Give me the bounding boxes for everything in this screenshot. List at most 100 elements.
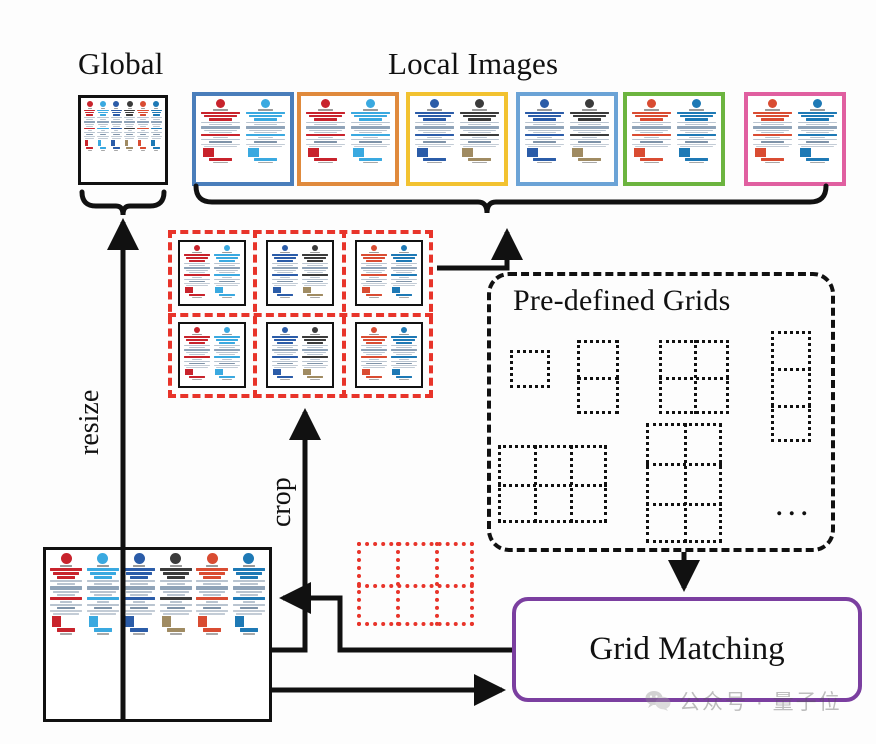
infographic-column — [389, 326, 419, 384]
infographic-text-line — [569, 112, 610, 114]
infographic-text-line — [126, 119, 133, 120]
infographic-text-line — [459, 134, 500, 136]
stat-bar — [461, 148, 474, 157]
infographic-text-line — [274, 285, 296, 286]
stat-unit — [369, 297, 379, 298]
infographic-text-line — [113, 126, 120, 127]
local-images-arrow — [437, 227, 523, 271]
platform-name — [242, 565, 255, 567]
infographic-text-line — [423, 141, 446, 143]
crop-cell-5 — [266, 322, 334, 388]
infographic-text-line — [200, 139, 241, 140]
infographic-text-line — [390, 356, 418, 358]
infographic-text-line — [573, 115, 606, 117]
infographic-text-line — [363, 339, 385, 341]
infographic-text-line — [635, 115, 668, 117]
stat-bar — [362, 287, 370, 293]
infographic-text-line — [752, 144, 793, 145]
stat-unit — [213, 162, 228, 163]
infographic-text-line — [314, 118, 337, 121]
infographic-text-line — [189, 354, 205, 355]
infographic-text-line — [307, 265, 323, 266]
stat-unit — [318, 162, 333, 163]
infographic-text-line — [309, 115, 342, 117]
infographic-text-line — [139, 119, 147, 120]
platform-logo-icon — [430, 99, 439, 108]
infographic-text-line — [213, 267, 241, 269]
stat-bar — [111, 140, 115, 146]
infographic-column — [110, 100, 123, 180]
infographic-text-line — [301, 283, 329, 284]
stat-unit — [689, 162, 704, 163]
infographic-text-line — [301, 263, 329, 264]
infographic-text-line — [761, 124, 784, 125]
infographic-text-line — [245, 122, 286, 123]
infographic-text-line — [363, 257, 385, 259]
stat-value — [277, 376, 293, 378]
infographic-text-line — [123, 610, 156, 612]
infographic-text-line — [360, 365, 388, 366]
infographic-text-line — [685, 124, 708, 125]
stat-unit — [427, 162, 442, 163]
crop-cell-1 — [178, 240, 246, 306]
platform-logo-icon — [153, 101, 160, 107]
infographic-text-line — [84, 136, 96, 137]
selected-grid-divider-h — [357, 584, 474, 588]
platform-logo-icon — [282, 245, 288, 251]
infographic-text-line — [254, 124, 277, 125]
infographic-text-line — [363, 367, 385, 368]
infographic-text-line — [360, 267, 388, 269]
grids-ellipsis: ... — [775, 486, 813, 523]
infographic-text-line — [209, 141, 232, 143]
infographic-text-line — [219, 342, 235, 344]
stat-bar — [633, 148, 646, 157]
infographic-column — [136, 100, 149, 180]
infographic-text-line — [186, 270, 208, 271]
infographic-text-line — [98, 124, 108, 125]
infographic-column — [303, 98, 348, 180]
stat-value — [359, 158, 382, 161]
infographic-text-line — [84, 121, 96, 123]
infographic-text-line — [124, 132, 136, 133]
grid-2x3-divider-h2 — [646, 503, 722, 506]
infographic-text-line — [96, 601, 109, 603]
infographic-text-line — [235, 572, 262, 575]
infographic-text-line — [277, 260, 293, 262]
infographic-column — [270, 244, 300, 302]
stat-unit — [310, 297, 320, 298]
infographic-text-line — [366, 265, 382, 266]
infographic-text-line — [111, 138, 121, 139]
infographic-text-line — [126, 591, 153, 593]
grid-matching-box[interactable]: Grid Matching — [512, 597, 862, 702]
platform-name — [192, 334, 202, 335]
infographic-text-line — [216, 352, 238, 353]
infographic-text-line — [533, 132, 556, 133]
infographic-text-line — [676, 126, 717, 129]
infographic-text-line — [806, 118, 829, 121]
infographic-text-line — [314, 132, 337, 133]
stat-bar — [303, 287, 311, 293]
infographic-text-line — [304, 285, 326, 286]
infographic-text-line — [186, 352, 208, 353]
platform-name — [369, 334, 379, 335]
infographic-text-line — [126, 572, 153, 575]
infographic-text-line — [150, 110, 162, 111]
infographic-text-line — [301, 349, 329, 351]
infographic-text-line — [86, 114, 93, 116]
stat-unit — [192, 297, 202, 298]
local-images-heading: Local Images — [388, 46, 559, 81]
infographic-text-line — [393, 339, 415, 341]
infographic-text-line — [680, 146, 713, 147]
infographic-text-line — [86, 597, 119, 600]
platform-logo-icon — [366, 99, 375, 108]
infographic-text-line — [216, 270, 238, 271]
infographic-column — [300, 244, 330, 302]
infographic-text-line — [97, 128, 109, 129]
infographic-text-line — [138, 138, 148, 139]
infographic-text-line — [189, 265, 205, 266]
stat-value — [57, 628, 76, 632]
platform-logo-icon — [261, 99, 270, 108]
infographic-text-line — [765, 137, 780, 138]
infographic-text-line — [301, 336, 329, 338]
infographic-text-line — [307, 354, 323, 355]
